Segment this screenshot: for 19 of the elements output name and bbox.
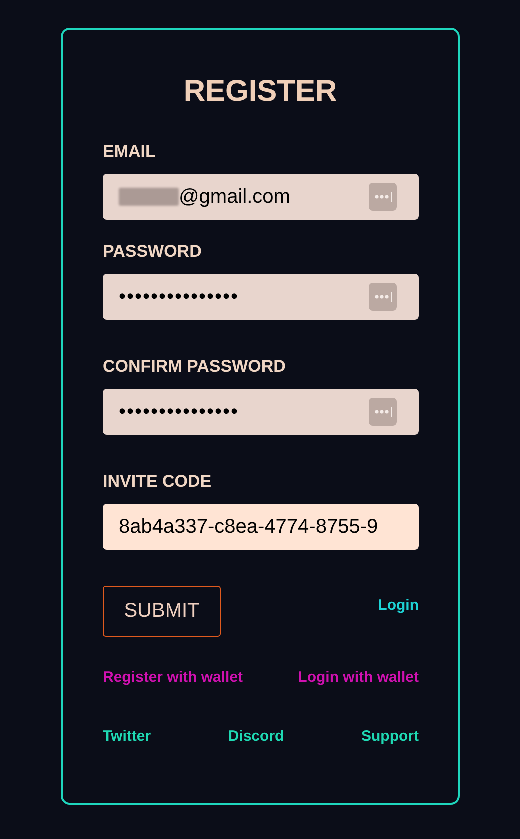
social-link[interactable]: Twitter — [103, 728, 152, 745]
login-link[interactable]: Login — [378, 597, 419, 614]
field-label: CONFIRM PASSWORD — [103, 357, 286, 377]
field-label: EMAIL — [103, 142, 156, 162]
social-link[interactable]: Discord — [228, 728, 284, 745]
password-manager-icon[interactable] — [369, 183, 397, 211]
wallet-link[interactable]: Login with wallet — [298, 669, 419, 686]
input-field[interactable]: ••••••••••••••• — [103, 274, 419, 320]
input-field[interactable]: @gmail.com — [103, 174, 419, 220]
field-label: PASSWORD — [103, 242, 202, 262]
input-field[interactable]: 8ab4a337-c8ea-4774-8755-9 — [103, 504, 419, 550]
submit-button[interactable]: SUBMIT — [103, 586, 221, 637]
field-label: INVITE CODE — [103, 472, 212, 492]
password-manager-icon[interactable] — [369, 283, 397, 311]
social-link[interactable]: Support — [361, 728, 419, 745]
password-manager-icon[interactable] — [369, 398, 397, 426]
wallet-link[interactable]: Register with wallet — [103, 669, 244, 686]
input-field[interactable]: ••••••••••••••• — [103, 389, 419, 435]
form-title: REGISTER — [182, 74, 338, 110]
